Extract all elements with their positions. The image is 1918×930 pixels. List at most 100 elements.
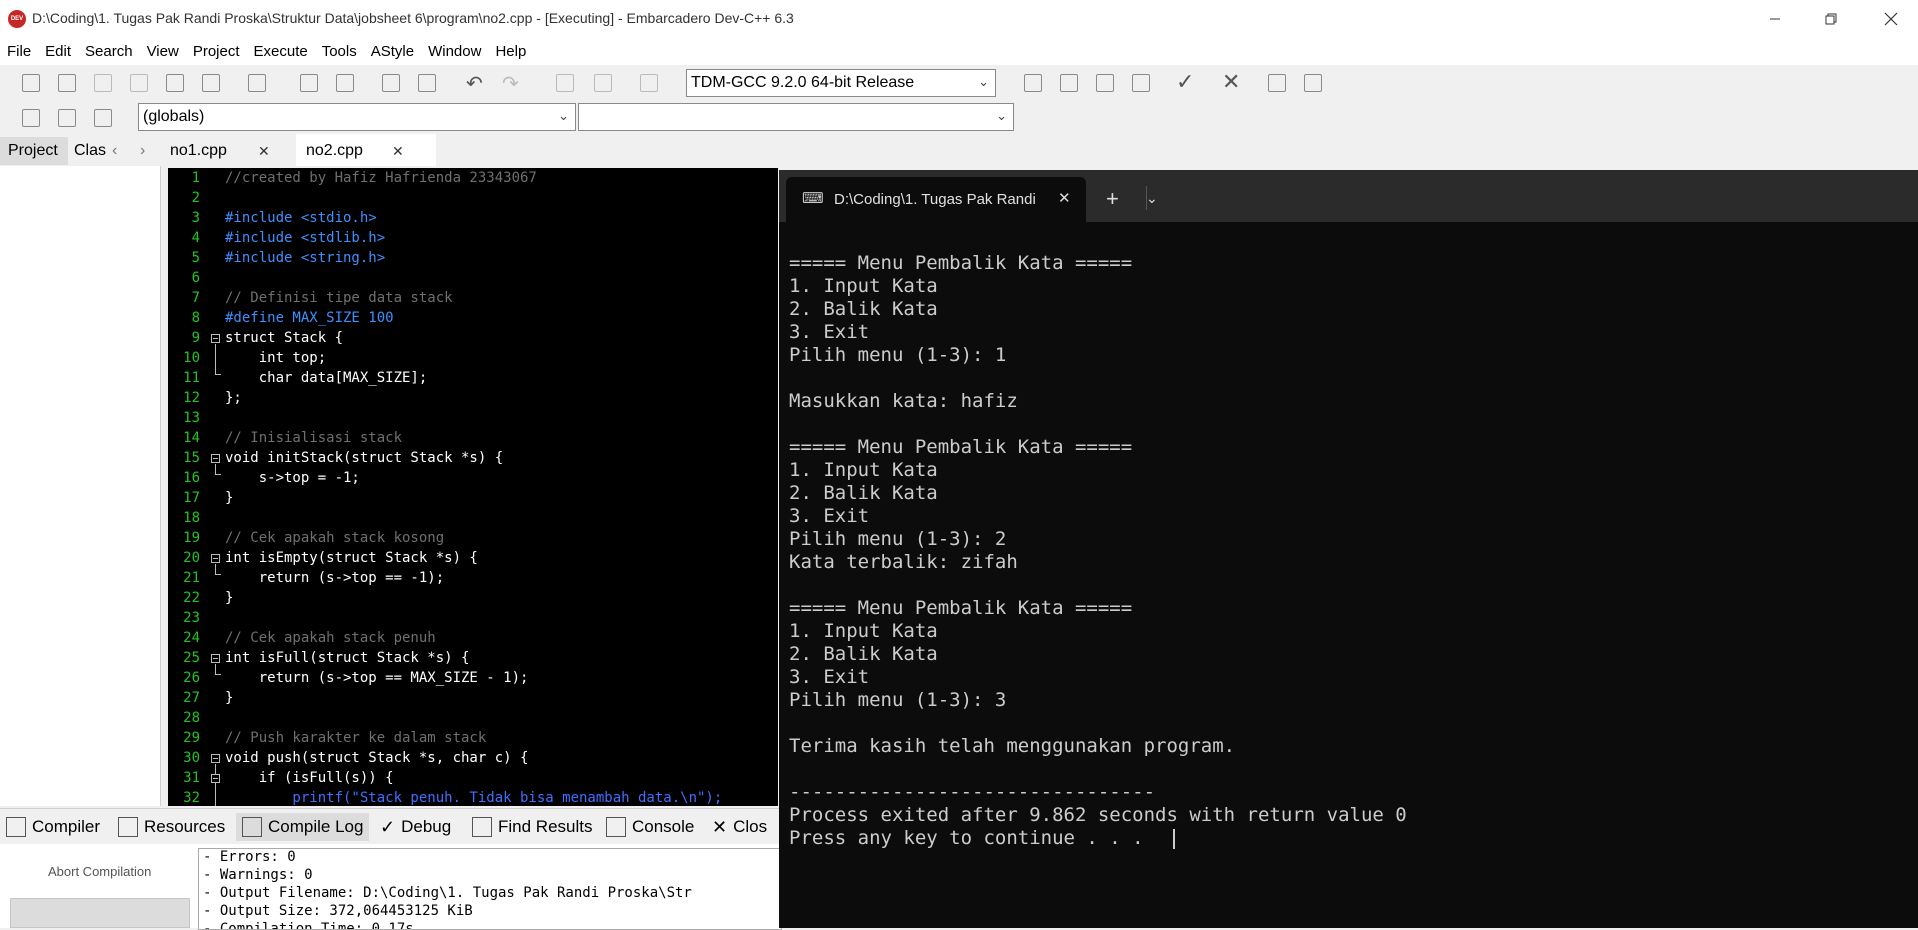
menu-project[interactable]: Project bbox=[186, 43, 247, 60]
code-line: #define MAX_SIZE 100 bbox=[225, 310, 394, 326]
tab-compiler[interactable]: Compiler bbox=[6, 813, 100, 841]
compiler-select[interactable]: TDM-GCC 9.2.0 64-bit Release ⌄ bbox=[686, 69, 996, 97]
unindent-icon[interactable] bbox=[418, 74, 436, 92]
file-tab-no2[interactable]: no2.cpp ✕ bbox=[296, 134, 436, 166]
menu-edit[interactable]: Edit bbox=[38, 43, 78, 60]
terminal-line: 1. Input Kata bbox=[789, 275, 938, 297]
menu-tools[interactable]: Tools bbox=[315, 43, 364, 60]
tiles-icon[interactable] bbox=[1132, 74, 1150, 92]
compile-log-box[interactable]: - Errors: 0 - Warnings: 0 - Output Filenam… bbox=[198, 848, 782, 930]
line-number: 14 bbox=[183, 430, 200, 446]
close-tab-icon[interactable]: ✕ bbox=[258, 134, 270, 168]
find-icon[interactable] bbox=[300, 74, 318, 92]
grid-view-icon[interactable] bbox=[1024, 74, 1042, 92]
code-editor[interactable]: 1 2 3 4 5 6 7 8 9 10 11 12 13 14 15 16 17 18 19 20 21 22 23 24 2… bbox=[168, 168, 778, 806]
menu-file[interactable]: File bbox=[0, 43, 38, 60]
replace-icon[interactable] bbox=[336, 74, 354, 92]
tab-compiler-label: Compiler bbox=[32, 817, 101, 836]
print-icon[interactable] bbox=[248, 74, 266, 92]
terminal-tab-title: D:\Coding\1. Tugas Pak Randi bbox=[834, 191, 1036, 208]
code-line: if (isFull(s)) { bbox=[225, 770, 394, 786]
project-panel[interactable] bbox=[0, 166, 161, 806]
terminal-cursor bbox=[1173, 829, 1175, 849]
tab-close[interactable]: ✕ Clos bbox=[712, 813, 767, 841]
line-number: 22 bbox=[183, 590, 200, 606]
cross-icon[interactable]: ✕ bbox=[1222, 69, 1240, 95]
close-tab-icon[interactable]: ✕ bbox=[1058, 189, 1071, 207]
log-line: - Output Filename: D:\Coding\1. Tugas Pa… bbox=[203, 885, 692, 901]
menu-window[interactable]: Window bbox=[421, 43, 488, 60]
goto-bookmark-icon[interactable] bbox=[94, 109, 112, 127]
code-line: } bbox=[225, 590, 234, 606]
line-number: 6 bbox=[191, 270, 200, 286]
line-number: 23 bbox=[183, 610, 200, 626]
fold-toggle-icon[interactable] bbox=[211, 754, 220, 763]
fold-toggle-icon[interactable] bbox=[211, 454, 220, 463]
chart-icon[interactable] bbox=[1268, 74, 1286, 92]
code-line: int isFull(struct Stack *s) { bbox=[225, 650, 470, 666]
redo-icon[interactable]: ↷ bbox=[502, 71, 519, 96]
chevron-down-icon[interactable]: ⌄ bbox=[1146, 190, 1158, 207]
chevron-down-icon: ⌄ bbox=[558, 108, 569, 123]
open-file-icon[interactable] bbox=[58, 74, 76, 92]
save-all-icon[interactable] bbox=[130, 74, 148, 92]
window-icon[interactable] bbox=[1060, 74, 1078, 92]
restore-button[interactable] bbox=[1808, 0, 1854, 37]
log-line: - Output Size: 372,064453125 KiB bbox=[203, 903, 473, 919]
line-number: 31 bbox=[183, 770, 200, 786]
fold-toggle-icon[interactable] bbox=[211, 774, 220, 783]
tab-project[interactable]: Project bbox=[0, 137, 68, 165]
close-window-button[interactable] bbox=[1868, 0, 1914, 37]
fold-column bbox=[208, 168, 222, 806]
tab-find-results[interactable]: Find Results bbox=[472, 813, 592, 841]
new-file-icon[interactable] bbox=[22, 74, 40, 92]
tab-console[interactable]: Console bbox=[606, 813, 694, 841]
tab-compile-log[interactable]: Compile Log bbox=[236, 813, 370, 841]
tab-resources[interactable]: Resources bbox=[118, 813, 225, 841]
save-icon[interactable] bbox=[94, 74, 112, 92]
line-number: 18 bbox=[183, 510, 200, 526]
tab-scroll-right-icon[interactable]: › bbox=[140, 137, 145, 165]
file-tab-no1[interactable]: no1.cpp ✕ bbox=[160, 134, 296, 166]
tab-find-results-label: Find Results bbox=[498, 817, 593, 836]
fold-toggle-icon[interactable] bbox=[211, 554, 220, 563]
toggle-bookmark-icon[interactable] bbox=[58, 109, 76, 127]
tab-debug[interactable]: ✓ Debug bbox=[380, 813, 451, 841]
terminal-line: 3. Exit bbox=[789, 505, 870, 527]
tab-scroll-left-icon[interactable]: ‹ bbox=[112, 137, 117, 165]
compiler-icon bbox=[6, 817, 26, 837]
minimize-button[interactable] bbox=[1752, 0, 1798, 37]
close-file-icon[interactable] bbox=[166, 74, 184, 92]
close-tab-icon[interactable]: ✕ bbox=[392, 134, 404, 168]
layout-icon[interactable] bbox=[1096, 74, 1114, 92]
line-number: 29 bbox=[183, 730, 200, 746]
chart-delete-icon[interactable] bbox=[1304, 74, 1322, 92]
insert-icon[interactable] bbox=[22, 109, 40, 127]
compile-log-icon bbox=[242, 817, 262, 837]
terminal-tab[interactable]: ⌨ D:\Coding\1. Tugas Pak Randi ✕ bbox=[786, 177, 1086, 222]
menu-view[interactable]: View bbox=[140, 43, 186, 60]
menu-astyle[interactable]: AStyle bbox=[364, 43, 421, 60]
terminal-line: 3. Exit bbox=[789, 321, 870, 343]
comment-icon[interactable] bbox=[640, 74, 658, 92]
menu-execute[interactable]: Execute bbox=[247, 43, 315, 60]
new-tab-plus-icon[interactable]: + bbox=[1106, 186, 1119, 212]
close-all-icon[interactable] bbox=[202, 74, 220, 92]
fold-toggle-icon[interactable] bbox=[211, 334, 220, 343]
tab-classes[interactable]: Clas bbox=[74, 137, 110, 165]
menu-help[interactable]: Help bbox=[488, 43, 533, 60]
undo-icon[interactable]: ↶ bbox=[466, 71, 483, 96]
terminal-line: 2. Balik Kata bbox=[789, 643, 938, 665]
tab-compile-log-label: Compile Log bbox=[268, 817, 364, 836]
bookmark-icon[interactable] bbox=[594, 74, 612, 92]
line-number: 20 bbox=[183, 550, 200, 566]
fold-toggle-icon[interactable] bbox=[211, 654, 220, 663]
function-select[interactable]: ⌄ bbox=[578, 103, 1014, 131]
scope-select[interactable]: (globals) ⌄ bbox=[138, 103, 576, 131]
goto-icon[interactable] bbox=[556, 74, 574, 92]
indent-icon[interactable] bbox=[382, 74, 400, 92]
terminal-line: 3. Exit bbox=[789, 666, 870, 688]
check-icon[interactable]: ✓ bbox=[1176, 69, 1194, 95]
menu-search[interactable]: Search bbox=[78, 43, 140, 60]
terminal-window[interactable]: ===== Menu Pembalik Kata ===== 1. Input K… bbox=[779, 170, 1918, 928]
